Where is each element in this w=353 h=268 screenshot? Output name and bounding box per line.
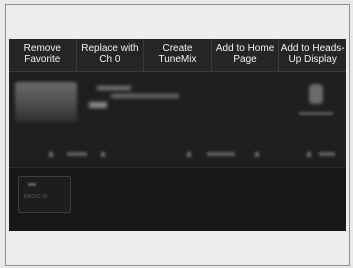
radio-id-icon <box>28 183 36 186</box>
more-nav-dimmed <box>307 152 337 157</box>
chevron-right-icon <box>101 152 105 157</box>
menu-label-line1: Replace with <box>81 43 139 54</box>
radio-id-tile: RADIO ID <box>18 176 71 213</box>
menu-label-line1: Remove <box>23 43 61 54</box>
replace-with-channel-button[interactable]: Replace with Ch 0 <box>77 39 145 71</box>
source-tile-area: RADIO ID <box>9 167 346 231</box>
menu-label-line1: Add to Heads- <box>280 43 345 54</box>
menu-label-line1: Create <box>162 43 193 54</box>
track-info-line <box>111 94 179 98</box>
channel-logo-icon <box>89 102 107 108</box>
chevron-right-icon <box>255 152 259 157</box>
menu-label-line1: Add to Home <box>215 43 275 54</box>
context-menu-bar: Remove Favorite Replace with Ch 0 Create… <box>9 39 346 72</box>
track-info-dimmed <box>89 86 199 116</box>
category-nav-dimmed <box>187 152 259 157</box>
radio-id-label: RADIO ID <box>24 194 48 200</box>
add-to-heads-up-display-button[interactable]: Add to Heads- Up Display <box>279 39 346 71</box>
navigation-row-dimmed <box>9 144 346 166</box>
album-art-thumbnail <box>15 82 77 122</box>
menu-label-line2: Page <box>233 54 257 65</box>
more-icon <box>307 152 311 157</box>
nav-label-dimmed <box>207 152 235 156</box>
menu-label-line2: Ch 0 <box>99 54 121 65</box>
options-icon <box>309 84 323 104</box>
channel-nav-dimmed <box>49 152 105 157</box>
audio-screen: Remove Favorite Replace with Ch 0 Create… <box>9 39 346 231</box>
add-to-home-page-button[interactable]: Add to Home Page <box>212 39 280 71</box>
create-tunemix-button[interactable]: Create TuneMix <box>144 39 212 71</box>
chevron-left-icon <box>49 152 53 157</box>
menu-label-line2: TuneMix <box>158 54 197 65</box>
track-info-line <box>97 86 131 90</box>
nav-label-dimmed <box>319 152 335 156</box>
chevron-left-icon <box>187 152 191 157</box>
menu-label-line2: Up Display <box>288 54 337 65</box>
remove-favorite-button[interactable]: Remove Favorite <box>9 39 77 71</box>
now-playing-area-dimmed <box>9 72 346 166</box>
nav-label-dimmed <box>67 152 87 156</box>
options-label-dimmed <box>299 112 333 115</box>
menu-label-line2: Favorite <box>24 54 61 65</box>
